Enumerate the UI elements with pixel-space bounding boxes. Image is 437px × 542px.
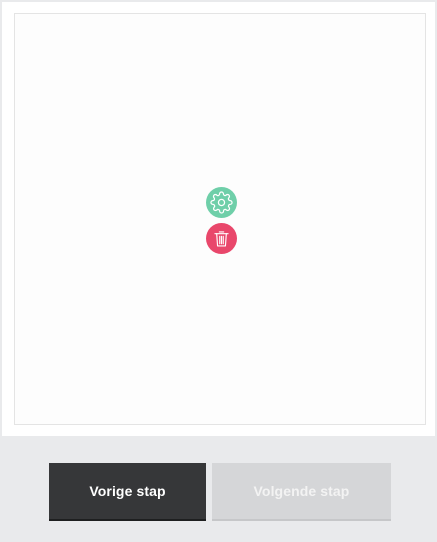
settings-button[interactable] [206,187,237,218]
trash-icon [214,231,229,247]
design-canvas[interactable] [14,13,426,425]
next-step-button[interactable]: Volgende stap [212,463,391,521]
step-navigation: Vorige stap Volgende stap [0,437,437,542]
gear-icon [210,191,233,214]
previous-step-button[interactable]: Vorige stap [49,463,206,521]
delete-button[interactable] [206,223,237,254]
editor-panel [2,2,435,436]
